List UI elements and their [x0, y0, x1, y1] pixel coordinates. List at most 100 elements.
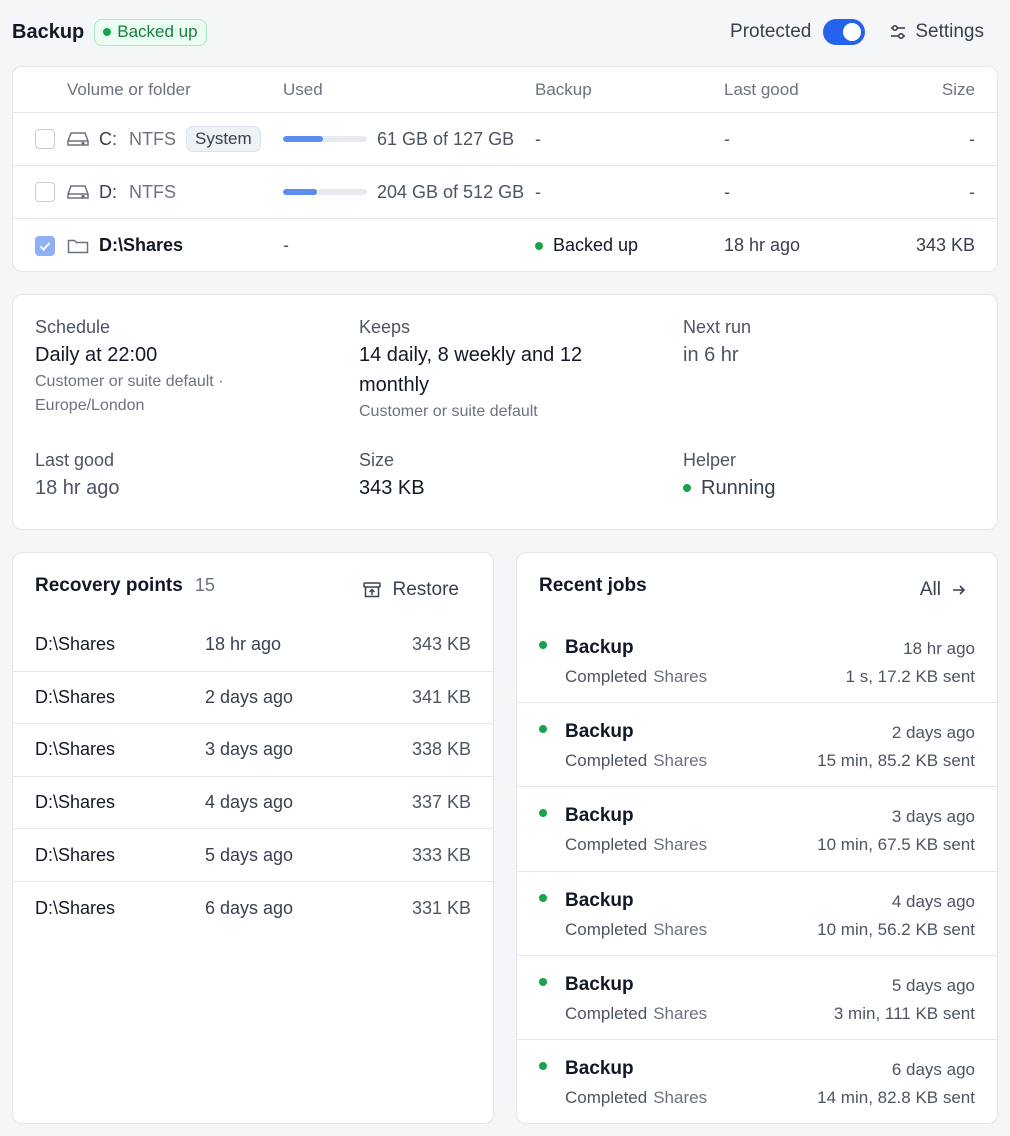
keeps-value: 14 daily, 8 weekly and 12 monthly [359, 344, 583, 396]
recovery-size: 337 KB [411, 792, 471, 813]
recovery-size: 331 KB [411, 897, 471, 918]
success-dot-icon [539, 725, 547, 734]
last-good-field: Last good 18 hr ago [35, 450, 120, 503]
recent-jobs-panel: Recent jobs All Backup Completed Shares 1… [516, 552, 998, 1124]
last-good-value: 18 hr ago [35, 477, 120, 499]
success-dot-icon [535, 241, 543, 250]
job-target: Shares [653, 751, 708, 771]
job-target: Shares [653, 919, 708, 939]
row-checkbox[interactable] [35, 129, 55, 149]
job-detail: 15 min, 85.2 KB sent [817, 751, 975, 771]
restore-icon [363, 582, 382, 598]
row-checkbox[interactable] [35, 182, 55, 202]
job-title: Backup [565, 721, 634, 743]
job-title: Backup [565, 637, 634, 658]
keeps-label: Keeps [359, 317, 411, 337]
protected-label: Protected [730, 21, 812, 42]
list-item[interactable]: Backup Completed Shares 4 days ago 10 min… [517, 872, 997, 956]
success-dot-icon [539, 977, 547, 986]
backup-status: Backed up [535, 235, 638, 256]
size: - [969, 128, 975, 149]
next-run-field: Next run in 6 hr [683, 317, 973, 370]
recovery-size: 338 KB [411, 739, 471, 760]
list-item[interactable]: D:\Shares 3 days ago 338 KB [13, 724, 493, 777]
restore-label: Restore [392, 579, 459, 600]
recovery-name: D:\Shares [35, 897, 116, 918]
recent-jobs-title: Recent jobs [539, 575, 647, 597]
status-badge: Backed up [94, 18, 207, 46]
system-tag: System [186, 126, 261, 152]
recovery-name: D:\Shares [35, 792, 116, 813]
job-status-label: Completed [565, 835, 648, 855]
job-status-label: Completed [565, 667, 648, 686]
list-item[interactable]: D:\Shares 2 days ago 341 KB [13, 672, 493, 725]
drive-icon [67, 132, 89, 146]
helper-value: Running [701, 477, 776, 499]
success-dot-icon [539, 641, 547, 649]
list-item[interactable]: Backup Completed Shares 2 days ago 15 min… [517, 703, 997, 788]
settings-button[interactable]: Settings [889, 21, 984, 43]
success-dot-icon [539, 809, 547, 818]
table-row[interactable]: C: NTFS System 61 GB of 127 GB - - - [13, 113, 997, 166]
usage-bar [283, 189, 367, 195]
list-item[interactable]: Backup Completed Shares 18 hr ago 1 s, 17… [517, 619, 997, 704]
recovery-time: 2 days ago [205, 686, 294, 707]
table-header: Volume or folder Used Backup Last good S… [13, 67, 997, 113]
restore-button[interactable]: Restore [362, 579, 459, 601]
recovery-name: D:\Shares [35, 634, 116, 655]
helper-field: Helper Running [683, 450, 776, 503]
job-time: 3 days ago [891, 807, 975, 827]
toggle-knob [843, 23, 862, 41]
last-good: 18 hr ago [724, 235, 801, 255]
jobs-title-label: Recent jobs [539, 575, 647, 596]
success-dot-icon [539, 1061, 547, 1070]
jobs-list: Backup Completed Shares 18 hr ago 1 s, 17… [517, 619, 997, 1123]
schedule-label: Schedule [35, 317, 111, 337]
sliders-icon [891, 24, 906, 40]
status-badge-label: Backed up [117, 22, 198, 41]
list-item[interactable]: Backup Completed Shares 6 days ago 14 min… [517, 1040, 997, 1123]
volumes-table: Volume or folder Used Backup Last good S… [12, 66, 998, 272]
job-title: Backup [565, 805, 634, 827]
list-item[interactable]: D:\Shares 18 hr ago 343 KB [13, 619, 493, 672]
recovery-name: D:\Shares [35, 686, 116, 707]
job-status: Completed Shares [565, 751, 707, 771]
last-good: - [724, 181, 730, 202]
last-good-label: Last good [35, 450, 115, 470]
job-target: Shares [653, 835, 708, 855]
list-item[interactable]: D:\Shares 6 days ago 331 KB [13, 882, 493, 935]
filesystem-label: NTFS [129, 181, 176, 202]
recovery-time: 3 days ago [205, 739, 294, 760]
arrow-right-icon [953, 585, 966, 595]
volume-name: C: [99, 128, 117, 149]
job-status: Completed Shares [565, 1088, 707, 1108]
folder-name: D:\Shares [99, 235, 184, 255]
size: - [969, 181, 975, 202]
list-item[interactable]: D:\Shares 4 days ago 337 KB [13, 777, 493, 830]
job-title: Backup [565, 973, 634, 995]
job-target: Shares [653, 1003, 708, 1023]
row-checkbox[interactable] [35, 235, 55, 256]
table-row[interactable]: D: NTFS 204 GB of 512 GB - - - [13, 166, 997, 219]
recovery-list: D:\Shares 18 hr ago 343 KB D:\Shares 2 days… [13, 619, 493, 935]
list-item[interactable]: Backup Completed Shares 5 days ago 3 min,… [517, 956, 997, 1040]
recovery-time: 5 days ago [205, 844, 294, 865]
schedule-field: Schedule Daily at 22:00 Customer or suit… [35, 317, 325, 418]
keeps-field: Keeps 14 daily, 8 weekly and 12 monthly … [359, 317, 649, 424]
protected-toggle[interactable] [823, 19, 866, 45]
job-status: Completed Shares [565, 1004, 707, 1024]
page-title: Backup [12, 20, 85, 43]
table-row[interactable]: D:\Shares - Backed up 18 hr ago 343 KB [13, 219, 997, 271]
list-item[interactable]: Backup Completed Shares 3 days ago 10 min… [517, 787, 997, 872]
next-run-value: in 6 hr [683, 344, 739, 366]
running-dot-icon [683, 484, 691, 492]
recovery-time: 18 hr ago [205, 634, 282, 655]
filesystem-label: NTFS [129, 128, 176, 149]
recovery-count: 15 [194, 575, 215, 595]
list-item[interactable]: D:\Shares 5 days ago 333 KB [13, 829, 493, 882]
recovery-points-title: Recovery points 15 [35, 575, 215, 597]
schedule-sub: Customer or suite default · Europe/Londo… [35, 373, 224, 414]
all-jobs-link[interactable]: All [920, 579, 967, 601]
job-status: Completed Shares [565, 920, 707, 940]
job-detail: 10 min, 67.5 KB sent [817, 835, 975, 855]
